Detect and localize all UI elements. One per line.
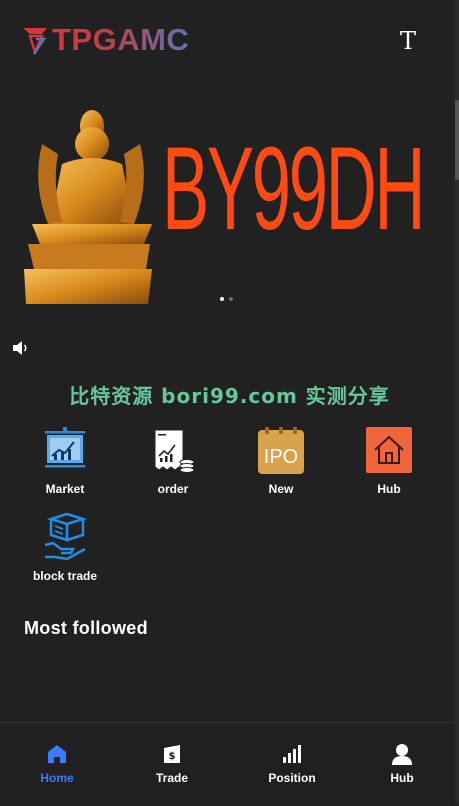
menu-item-hub[interactable]: Hub xyxy=(339,426,439,496)
position-bars-icon xyxy=(283,745,301,763)
menu-item-label: Market xyxy=(45,482,85,496)
carousel-indicator xyxy=(220,297,233,301)
scrollbar-thumb[interactable] xyxy=(455,100,459,180)
market-chart-icon xyxy=(45,427,85,468)
menu-item-label: Hub xyxy=(377,482,401,496)
order-document-icon xyxy=(154,429,195,473)
speaker-icon[interactable] xyxy=(12,340,30,356)
ipo-icon: IPO xyxy=(258,427,304,474)
menu-item-label: New xyxy=(268,482,294,496)
nav-label: Trade xyxy=(155,771,188,785)
menu-item-order[interactable]: order xyxy=(123,426,223,496)
menu-item-label: order xyxy=(157,482,189,496)
menu-item-market[interactable]: Market xyxy=(15,426,115,496)
brand-logo[interactable]: TPGAMC xyxy=(22,22,189,58)
page-scrollbar[interactable] xyxy=(455,0,459,805)
banner-carousel[interactable]: BY99DH xyxy=(22,84,438,304)
menu-item-block-trade[interactable]: block trade xyxy=(15,513,115,583)
user-icon xyxy=(392,744,412,765)
promo-banner-text: 比特资源 bori99.com 实测分享 xyxy=(69,384,390,408)
menu-item-new[interactable]: IPO New xyxy=(231,426,331,496)
font-language-button[interactable]: T xyxy=(396,28,420,54)
block-trade-icon xyxy=(44,513,88,561)
nav-label: Home xyxy=(40,771,74,785)
nav-label: Position xyxy=(268,771,316,785)
trade-wallet-icon: $ xyxy=(164,745,180,763)
brand-name: TPGAMC xyxy=(52,22,190,57)
brand-logo-icon xyxy=(23,28,47,55)
carousel-dot[interactable] xyxy=(229,297,233,301)
menu-item-label: block trade xyxy=(32,569,98,583)
nav-tab-trade[interactable]: $ Trade xyxy=(132,743,212,785)
home-icon xyxy=(48,745,66,763)
home-hub-icon xyxy=(366,427,412,473)
svg-text:$: $ xyxy=(169,751,176,762)
nav-tab-home[interactable]: Home xyxy=(17,743,97,785)
nav-tab-hub[interactable]: Hub xyxy=(362,743,442,785)
section-title-most-followed: Most followed xyxy=(24,618,148,638)
buddha-statue-image xyxy=(24,110,152,304)
bottom-nav: Home $ Trade Position Hub xyxy=(0,722,459,806)
carousel-dot-active[interactable] xyxy=(220,297,224,301)
banner-title: BY99DH xyxy=(162,123,425,255)
app-header: TPGAMC T xyxy=(0,0,459,82)
nav-tab-position[interactable]: Position xyxy=(252,743,332,785)
nav-label: Hub xyxy=(390,771,414,785)
svg-text:IPO: IPO xyxy=(264,446,298,468)
